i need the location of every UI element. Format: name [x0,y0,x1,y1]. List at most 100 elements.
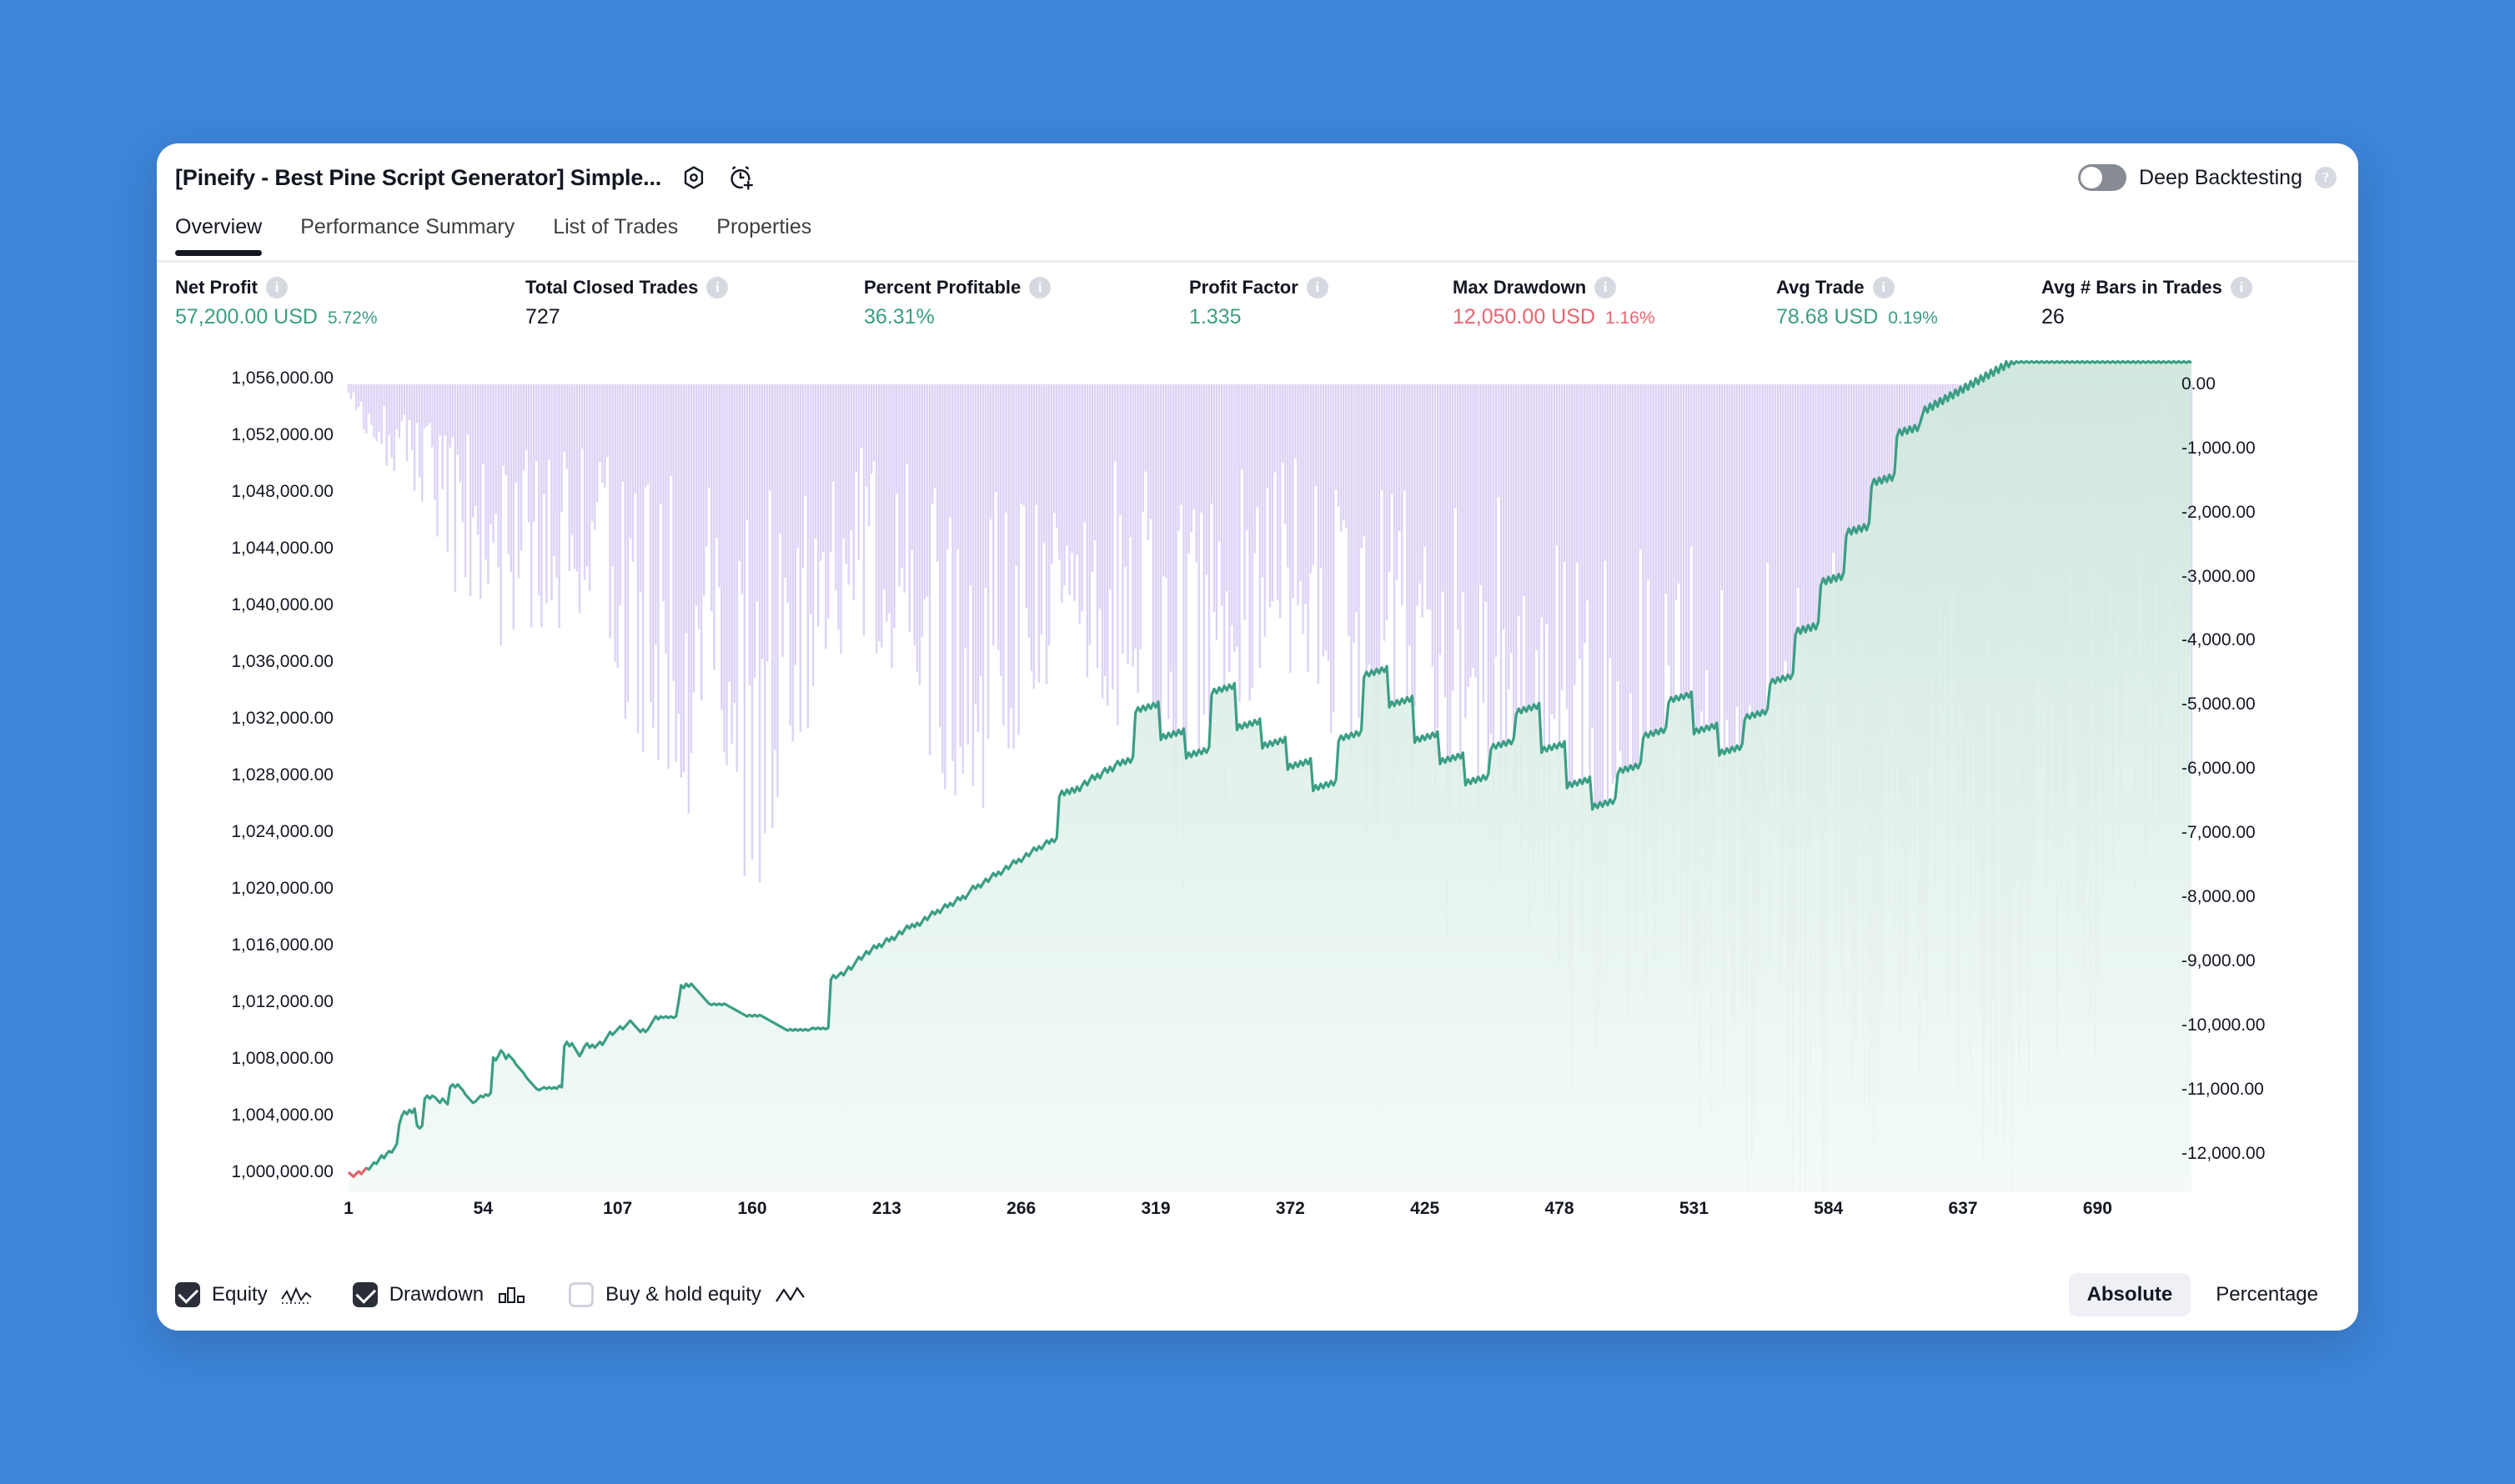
y-axis-tick-left: 1,040,000.00 [231,594,334,614]
metric-value-row: 1.335 [1189,305,1328,329]
metric-avg-bars-in-trades: Avg # Bars in Trades i 26 [2041,277,2252,329]
x-axis-tick: 690 [2082,1199,2112,1218]
y-axis-tick-left: 1,036,000.00 [231,651,334,671]
drawdown-axis-right: 0.00 -1,000.00 -2,000.00 -3,000.00 -4,000.00… [2166,358,2358,1192]
x-axis-tick: 637 [1948,1199,1978,1218]
tab-divider [157,260,2358,263]
metric-value-row: 36.31% [864,305,1051,329]
add-alert-clock-icon[interactable] [726,163,755,192]
page-title: [Pineify - Best Pine Script Generator] S… [175,164,662,190]
metric-title-text: Avg Trade [1776,277,1865,298]
scale-percentage-button[interactable]: Percentage [2197,1273,2337,1316]
deep-backtesting-help-icon[interactable]: ? [2315,167,2337,188]
y-axis-tick-left: 1,004,000.00 [231,1105,334,1126]
y-axis-tick-left: 1,024,000.00 [231,822,334,842]
metric-title-text: Max Drawdown [1453,277,1587,298]
legend-item-equity[interactable]: Equity [175,1282,313,1307]
metric-info-icon[interactable]: i [1594,277,1617,298]
equity-chart[interactable]: 1,056,000.00 1,052,000.00 1,048,000.00 1,04… [157,358,2358,1192]
metric-value: 26 [2041,305,2065,328]
checkbox[interactable] [352,1282,378,1307]
metric-value: 1.335 [1189,305,1242,328]
metric-title-text: Percent Profitable [864,277,1022,298]
metric-title-text: Profit Factor [1189,277,1298,298]
y-axis-tick-right: 0.00 [2181,374,2216,394]
buyhold-line-icon [775,1286,805,1302]
metric-percent: 0.19% [1888,308,1938,328]
y-axis-tick-right: -10,000.00 [2181,1015,2266,1035]
legend-item-drawdown[interactable]: Drawdown [352,1282,529,1307]
tab-properties[interactable]: Properties [716,212,811,239]
metric-value: 57,200.00 USD [175,305,318,328]
metric-value-row: 12,050.00 USD 1.16% [1453,305,1655,329]
desktop-background: [Pineify - Best Pine Script Generator] S… [0,0,2515,1484]
y-axis-tick-right: -7,000.00 [2181,823,2256,843]
metric-value-row: 26 [2041,305,2252,329]
y-axis-tick-left: 1,000,000.00 [231,1162,334,1182]
metric-percent: 1.16% [1604,308,1655,328]
toggle-knob [2081,167,2103,188]
y-axis-tick-right: -2,000.00 [2181,502,2256,522]
metric-value-row: 57,200.00 USD 5.72% [175,305,378,329]
x-axis-tick: 213 [871,1199,901,1218]
y-axis-tick-left: 1,056,000.00 [231,368,334,388]
metric-value: 727 [525,305,560,328]
metric-title: Total Closed Trades i [525,277,729,298]
metric-percent-profitable: Percent Profitable i 36.31% [864,277,1052,329]
y-axis-tick-right: -9,000.00 [2181,951,2256,971]
metric-info-icon[interactable]: i [266,277,288,298]
metrics-row: Net Profit i 57,200.00 USD 5.72% Total Close… [157,277,2358,357]
checkbox[interactable] [569,1282,595,1307]
settings-nut-icon[interactable] [680,163,708,192]
drawdown-bars-icon [499,1287,525,1303]
x-axis-tick: 319 [1141,1199,1171,1218]
y-axis-tick-left: 1,048,000.00 [231,481,334,501]
deep-backtesting-toggle[interactable] [2078,164,2127,191]
metric-title: Percent Profitable i [864,277,1052,298]
y-axis-tick-left: 1,008,000.00 [231,1049,334,1069]
legend-item-buy-hold-equity[interactable]: Buy & hold equity [569,1282,806,1307]
metric-info-icon[interactable]: i [1872,277,1895,298]
checkbox[interactable] [175,1282,200,1307]
scale-absolute-button[interactable]: Absolute [2068,1273,2191,1316]
scale-mode-switch: Absolute Percentage [2068,1273,2337,1316]
y-axis-tick-right: -6,000.00 [2181,759,2256,779]
tab-bar: Overview Performance Summary List of Trade… [157,212,2358,262]
tab-list-of-trades[interactable]: List of Trades [553,212,678,239]
x-axis-tick: 478 [1544,1199,1574,1218]
metric-title: Max Drawdown i [1453,277,1655,298]
tab-performance-summary[interactable]: Performance Summary [300,212,515,239]
metric-value: 78.68 USD [1776,305,1879,328]
metric-title: Avg # Bars in Trades i [2041,277,2252,298]
legend-label: Buy & hold equity [605,1283,761,1306]
y-axis-tick-left: 1,032,000.00 [231,708,334,728]
window-titlebar: [Pineify - Best Pine Script Generator] S… [157,143,2358,212]
chart-canvas [347,359,2193,1192]
title-group: [Pineify - Best Pine Script Generator] S… [157,163,755,192]
metric-value-row: 78.68 USD 0.19% [1776,305,1938,329]
tab-overview[interactable]: Overview [175,212,263,256]
metric-max-drawdown: Max Drawdown i 12,050.00 USD 1.16% [1453,277,1655,329]
metric-percent: 5.72% [327,308,378,328]
x-axis-tick: 531 [1679,1199,1709,1218]
metric-info-icon[interactable]: i [706,277,729,298]
metric-total-closed-trades: Total Closed Trades i 727 [525,277,729,329]
metric-title: Net Profit i [175,277,378,298]
deep-backtesting-group: Deep Backtesting ? [2078,164,2358,191]
series-legend: Equity Drawdown Buy & hold equity [175,1282,806,1307]
metric-info-icon[interactable]: i [1029,277,1052,298]
metric-info-icon[interactable]: i [1306,277,1328,298]
metric-title-text: Total Closed Trades [525,277,699,298]
y-axis-tick-right: -5,000.00 [2181,694,2256,714]
y-axis-tick-left: 1,020,000.00 [231,879,334,899]
bar-number-axis: 1 54 107 160 213 266 319 372 425 478 531 584 637 690 [157,1192,2358,1236]
metric-info-icon[interactable]: i [2230,277,2252,298]
y-axis-tick-left: 1,016,000.00 [231,935,334,955]
x-axis-tick: 266 [1007,1199,1037,1218]
metric-title-text: Net Profit [175,277,258,298]
deep-backtesting-label: Deep Backtesting [2139,165,2302,189]
x-axis-tick: 372 [1275,1199,1305,1218]
x-axis-tick: 107 [603,1199,633,1218]
legend-label: Equity [212,1283,268,1306]
y-axis-tick-right: -3,000.00 [2181,566,2256,586]
